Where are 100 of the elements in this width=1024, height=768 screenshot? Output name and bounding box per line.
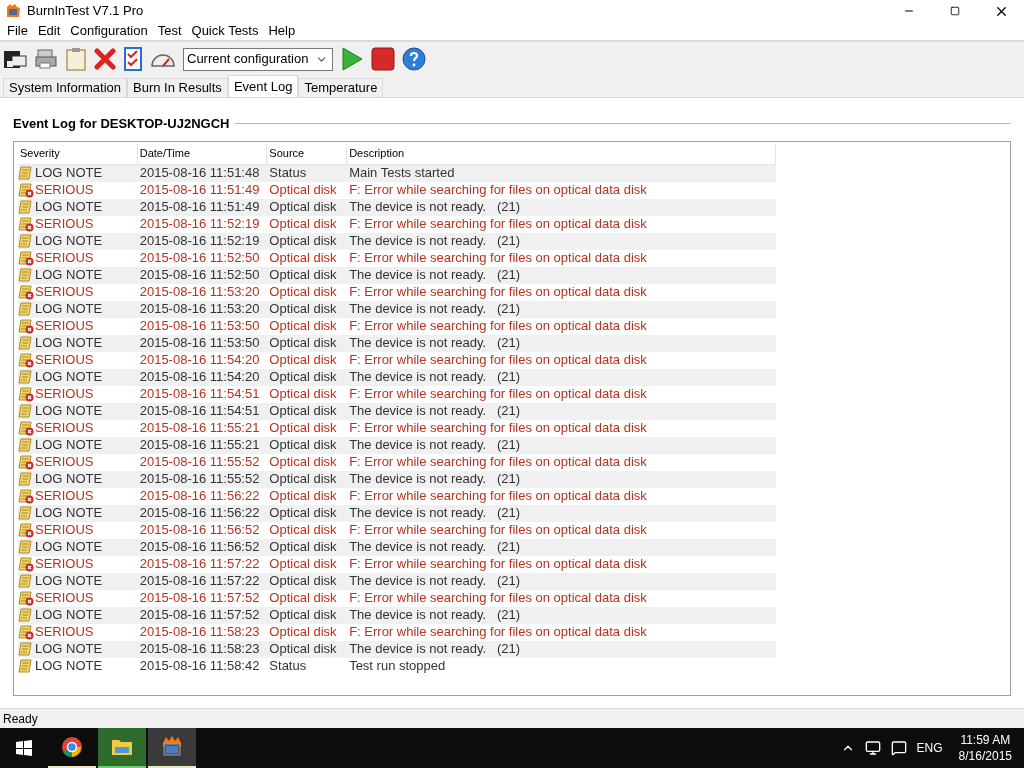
time-cell-text: 2015-08-16 11:54:20 [138,369,260,385]
language-indicator[interactable]: ENG [916,739,943,757]
severity-cell-text: LOG NOTE [35,402,103,421]
time-cell-text: 2015-08-16 11:51:48 [138,165,260,181]
note-icon [18,539,34,555]
error-note-icon [18,352,34,368]
time-cell-text: 2015-08-16 11:52:50 [138,267,260,283]
description-cell-text: F: Error while searching for files on optical data disk [348,318,647,334]
description-cell-text: The device is not ready. (21) [348,539,521,555]
note-icon [18,573,34,589]
section-heading: Event Log for DESKTOP-UJ2NGCH [13,115,230,133]
severity-cell-text: SERIOUS [35,181,94,200]
time-cell-text: 2015-08-16 11:55:21 [138,437,260,453]
delete-icon[interactable] [94,48,116,70]
severity-cell-text: LOG NOTE [35,164,103,183]
source-cell-text: Optical disk [268,403,337,419]
description-cell-text: F: Error while searching for files on optical data disk [348,182,647,198]
error-note-icon [18,522,34,538]
note-icon [18,437,34,453]
time-cell-text: 2015-08-16 11:58:23 [138,641,260,657]
description-cell-text: F: Error while searching for files on optical data disk [348,386,647,402]
burning-computer-icon [160,735,184,759]
help-icon[interactable] [402,47,426,71]
time-cell-text: 2015-08-16 11:56:22 [138,505,260,521]
description-cell-text: F: Error while searching for files on optical data disk [348,454,647,470]
description-cell-text: F: Error while searching for files on optical data disk [348,624,647,640]
source-cell-text: Optical disk [268,539,337,555]
configuration-select[interactable]: Current configuration [183,47,333,71]
time-cell-text: 2015-08-16 11:57:52 [138,590,260,606]
stop-icon[interactable] [371,47,395,71]
checklist-icon[interactable] [123,47,143,71]
menu-item[interactable]: Quick Tests [186,21,264,41]
severity-cell-text: LOG NOTE [35,300,103,319]
source-cell-text: Optical disk [268,199,337,215]
description-cell-text: F: Error while searching for files on optical data disk [348,556,647,572]
note-icon [18,233,34,249]
maximize-icon [950,6,960,16]
windows-icon [16,740,32,756]
note-icon [18,335,34,351]
clipboard-icon[interactable] [65,47,87,71]
tab[interactable]: Event Log [227,75,299,97]
severity-cell-text: LOG NOTE [35,504,103,523]
column-header[interactable]: Date/Time [137,143,268,164]
note-icon [18,301,34,317]
source-cell-text: Optical disk [268,590,337,606]
description-cell-text: F: Error while searching for files on optical data disk [348,590,647,606]
tab[interactable]: Burn In Results [127,78,228,97]
error-note-icon [18,420,34,436]
source-cell-text: Optical disk [268,641,337,657]
notification-icon[interactable] [890,740,907,756]
severity-cell-text: LOG NOTE [35,470,103,489]
description-cell-text: The device is not ready. (21) [348,641,521,657]
clock-date[interactable]: 8/16/2015 [958,748,1012,764]
severity-cell-text: LOG NOTE [35,657,103,676]
time-cell-text: 2015-08-16 11:58:42 [138,658,260,674]
play-icon[interactable] [340,47,364,71]
source-cell-text: Optical disk [268,335,337,351]
error-note-icon [18,284,34,300]
menu-item[interactable]: File [2,21,33,41]
menu-item[interactable]: Configuration [65,21,153,41]
description-cell-text: F: Error while searching for files on optical data disk [348,284,647,300]
time-cell-text: 2015-08-16 11:52:50 [138,250,260,266]
severity-cell-text: SERIOUS [35,453,94,472]
time-cell-text: 2015-08-16 11:55:52 [138,454,260,470]
time-cell-text: 2015-08-16 11:55:21 [138,420,260,436]
severity-cell-text: SERIOUS [35,521,94,540]
menu-item[interactable]: Edit [32,21,66,41]
column-header[interactable]: Severity [18,143,138,164]
source-cell-text: Optical disk [268,624,337,640]
time-cell-text: 2015-08-16 11:54:51 [138,386,260,402]
time-cell-text: 2015-08-16 11:56:22 [138,488,260,504]
time-cell-text: 2015-08-16 11:53:20 [138,284,260,300]
menu-item[interactable]: Help [263,21,301,41]
column-header[interactable]: Description [347,143,776,164]
description-cell-text: The device is not ready. (21) [348,437,521,453]
tab[interactable]: Temperature [298,78,384,97]
source-cell-text: Optical disk [268,318,337,334]
severity-cell-text: SERIOUS [35,249,94,268]
source-cell-text: Optical disk [268,471,337,487]
severity-cell-text: LOG NOTE [35,572,103,591]
description-cell-text: F: Error while searching for files on optical data disk [348,250,647,266]
severity-cell-text: SERIOUS [35,487,94,506]
time-cell-text: 2015-08-16 11:56:52 [138,522,260,538]
browser-icon [61,736,83,758]
note-icon [18,369,34,385]
description-cell-text: The device is not ready. (21) [348,335,521,351]
source-cell-text: Optical disk [268,556,337,572]
severity-cell-text: SERIOUS [35,555,94,574]
tab[interactable]: System Information [3,78,127,97]
printer-icon[interactable] [34,47,58,71]
source-cell-text: Optical disk [268,284,337,300]
menu-item[interactable]: Test [152,21,187,41]
source-cell-text: Optical disk [268,301,337,317]
time-cell-text: 2015-08-16 11:56:52 [138,539,260,555]
clock-time[interactable]: 11:59 AM [960,732,1011,748]
source-cell-text: Optical disk [268,420,337,436]
note-icon [18,471,34,487]
error-note-icon [18,556,34,572]
column-header[interactable]: Source [267,143,348,164]
source-cell-text: Optical disk [268,522,337,538]
